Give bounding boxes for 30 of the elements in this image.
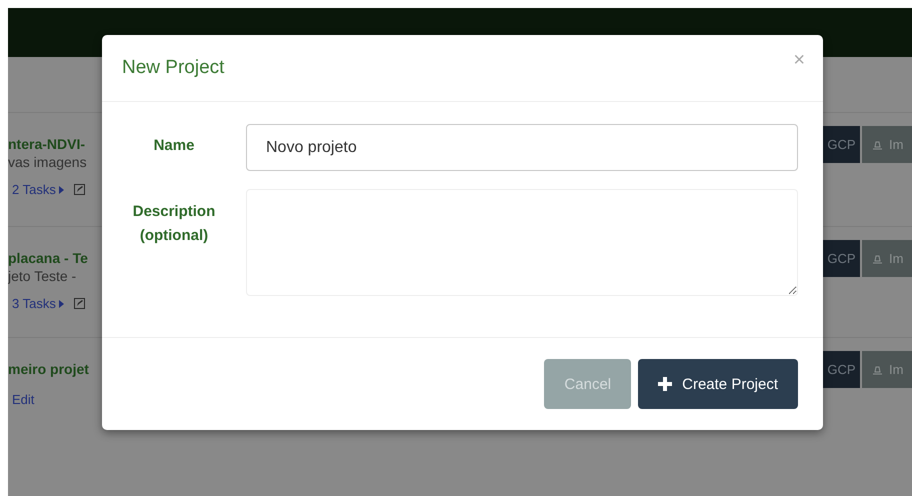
close-button[interactable]: × — [793, 49, 805, 72]
description-field[interactable] — [246, 189, 798, 296]
gcp-button[interactable]: GCP — [823, 126, 860, 163]
upload-icon — [872, 253, 883, 264]
project-title: placana - Te — [8, 249, 89, 267]
project-description: jeto Teste - — [8, 267, 78, 285]
plus-icon — [658, 377, 672, 391]
gcp-button[interactable]: GCP — [823, 240, 860, 277]
caret-icon — [58, 186, 64, 194]
gcp-button[interactable]: GCP — [823, 351, 860, 388]
project-description: vas imagens — [8, 153, 88, 171]
import-button[interactable]: Im — [862, 351, 912, 388]
field-label: Name — [152, 136, 196, 156]
tasks-link[interactable]: 2 Tasks — [8, 182, 64, 197]
project-title: meiro projet — [8, 360, 90, 378]
upload-icon — [872, 139, 883, 150]
cancel-button[interactable]: Cancel — [544, 359, 632, 409]
caret-icon — [58, 300, 64, 308]
import-button[interactable]: Im — [862, 126, 912, 163]
import-button[interactable]: Im — [862, 240, 912, 277]
tasks-link[interactable]: 3 Tasks — [8, 296, 64, 311]
project-title: ntera-NDVI- — [8, 135, 86, 153]
dialog-title: New Project — [122, 57, 224, 79]
edit-link[interactable]: Edit — [8, 392, 34, 407]
name-field[interactable]: Novo projeto — [246, 124, 798, 171]
field-label: Description (optional) — [132, 202, 216, 246]
upload-icon — [872, 364, 883, 375]
edit-icon[interactable] — [74, 298, 85, 309]
edit-icon[interactable] — [74, 184, 85, 195]
create-project-button[interactable]: Create Project — [638, 359, 798, 409]
